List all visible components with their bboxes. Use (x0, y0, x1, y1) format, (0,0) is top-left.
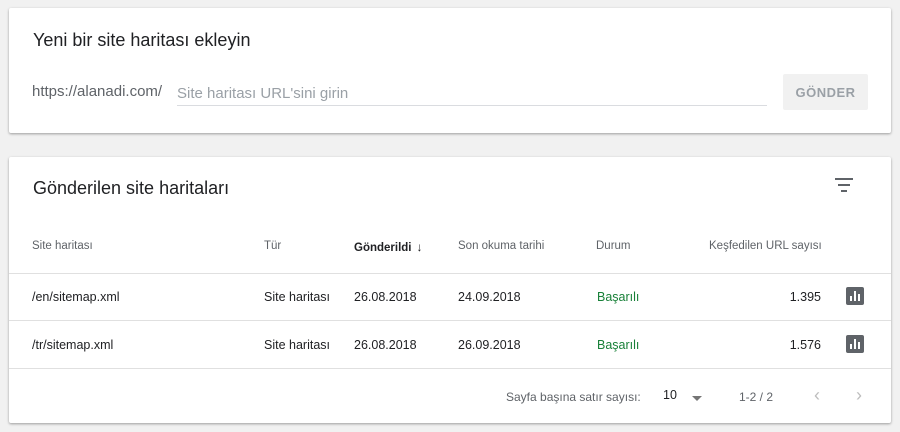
cell-type: Site haritası (264, 338, 331, 352)
table-row[interactable]: /en/sitemap.xml Site haritası 26.08.2018… (9, 273, 891, 320)
cell-last-read: 24.09.2018 (458, 290, 521, 304)
chevron-left-icon[interactable]: ‹ (807, 383, 827, 407)
column-header-submitted-label: Gönderildi (354, 242, 412, 254)
column-header-discovered[interactable]: Keşfedilen URL sayısı (709, 240, 822, 252)
dropdown-arrow-icon[interactable] (692, 396, 702, 401)
pagination-range: 1-2 / 2 (739, 390, 774, 404)
table-row[interactable]: /tr/sitemap.xml Site haritası 26.08.2018… (9, 321, 891, 368)
cell-submitted: 26.08.2018 (354, 290, 417, 304)
cell-submitted: 26.08.2018 (354, 338, 417, 352)
cell-discovered: 1.576 (789, 338, 821, 352)
column-header-submitted[interactable]: Gönderildi ↓ (354, 240, 423, 254)
cell-status: Başarılı (597, 290, 640, 304)
cell-discovered: 1.395 (789, 290, 821, 304)
bar-chart-icon[interactable] (846, 287, 864, 305)
submit-button[interactable]: GÖNDER (783, 74, 868, 110)
chevron-right-icon[interactable]: › (849, 383, 869, 407)
rows-per-page-label: Sayfa başına satır sayısı: (506, 390, 641, 404)
arrow-down-icon: ↓ (416, 240, 423, 254)
bar-chart-icon[interactable] (846, 335, 864, 353)
column-header-last-read[interactable]: Son okuma tarihi (458, 240, 544, 252)
cell-type: Site haritası (264, 290, 331, 304)
filter-list-icon[interactable] (835, 178, 853, 192)
cell-last-read: 26.09.2018 (458, 338, 521, 352)
table-divider (9, 368, 891, 369)
column-header-type[interactable]: Tür (264, 240, 281, 252)
sitemap-url-input[interactable] (177, 78, 767, 106)
add-sitemap-card: Yeni bir site haritası ekleyin https://a… (9, 8, 891, 133)
submitted-sitemaps-title: Gönderilen site haritaları (33, 178, 230, 198)
cell-status: Başarılı (597, 338, 640, 352)
cell-sitemap: /tr/sitemap.xml (32, 338, 114, 352)
url-prefix: https://alanadi.com/ (32, 83, 163, 100)
column-header-sitemap[interactable]: Site haritası (32, 240, 93, 252)
cell-sitemap: /en/sitemap.xml (32, 290, 120, 304)
add-sitemap-title: Yeni bir site haritası ekleyin (33, 30, 251, 50)
submitted-sitemaps-card: Gönderilen site haritaları Site haritası… (9, 157, 891, 423)
column-header-status[interactable]: Durum (596, 240, 631, 252)
rows-per-page-select[interactable]: 10 (663, 388, 677, 402)
